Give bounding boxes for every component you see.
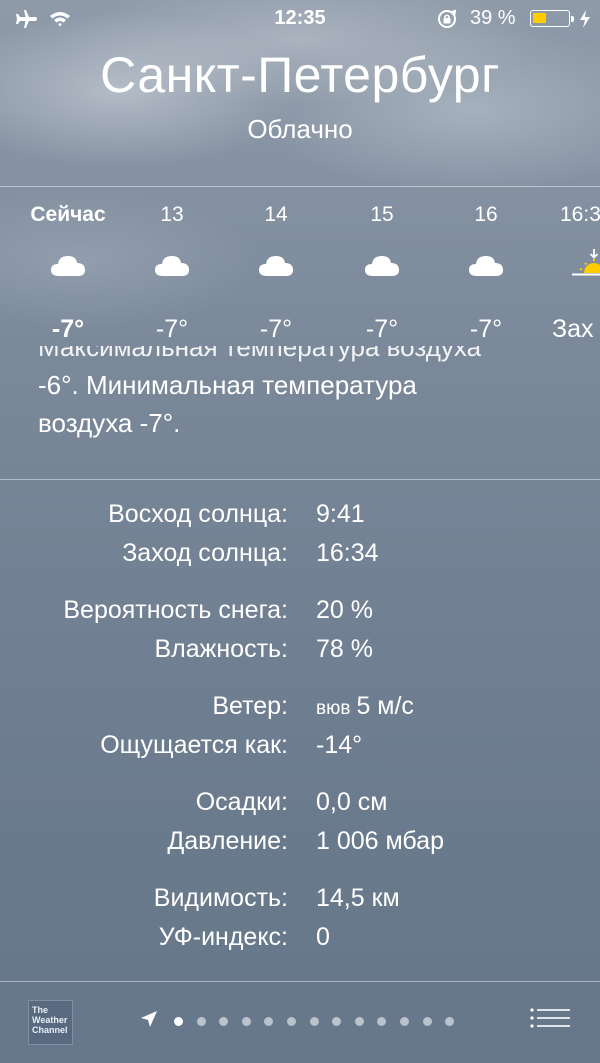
hour-temp: -7° [51, 315, 85, 343]
battery-icon [530, 10, 574, 27]
detail-row-wind: Ветер: вюв 5 м/с [0, 692, 600, 728]
forecast-line: воздуха -7°. [38, 408, 181, 438]
detail-value: 14,5 км [316, 884, 400, 912]
sunset-icon [572, 249, 600, 279]
page-dot[interactable] [377, 1016, 387, 1026]
detail-label: Видимость: [153, 884, 288, 912]
weather-condition: Облачно [247, 114, 353, 144]
wind-direction: вюв [316, 698, 351, 719]
page-dot[interactable] [241, 1016, 251, 1026]
detail-row-precipitation: Осадки: 0,0 см [0, 788, 600, 824]
detail-value: 9:41 [316, 500, 365, 528]
detail-row-snow-chance: Вероятность снега: 20 % [0, 596, 600, 632]
hour-label: 15 [370, 203, 394, 226]
divider [0, 479, 600, 480]
detail-value: -14° [316, 731, 363, 759]
detail-label: Заход солнца: [122, 539, 288, 567]
cloud-icon [18, 253, 118, 277]
page-dot[interactable] [309, 1016, 319, 1026]
detail-value: 16:34 [316, 539, 379, 567]
hour-temp: -7° [259, 315, 293, 343]
detail-label: Вероятность снега: [63, 596, 288, 624]
page-dot[interactable] [219, 1016, 229, 1026]
detail-value: 0,0 см [316, 788, 388, 816]
hour-item: 13 -7° [122, 187, 222, 363]
hour-label: Сейчас [30, 203, 106, 226]
city-name: Санкт-Петербург [100, 47, 500, 103]
hour-label: 16 [474, 203, 498, 226]
detail-value: 20 % [316, 596, 373, 624]
hour-label: 14 [264, 203, 288, 226]
battery-level [533, 13, 546, 23]
detail-row-visibility: Видимость: 14,5 км [0, 884, 600, 920]
page-dot[interactable] [332, 1016, 342, 1026]
city-list-icon[interactable] [530, 1008, 570, 1039]
battery-percent: 39 % [470, 7, 516, 29]
page-dot[interactable] [354, 1016, 364, 1026]
hour-temp: -7° [365, 315, 399, 343]
hour-item-sunset: 16:3 Зах [540, 187, 600, 363]
hour-item: 14 -7° [226, 187, 326, 363]
detail-label: Давление: [167, 827, 288, 855]
page-dot[interactable] [445, 1016, 455, 1026]
forecast-line: -6°. Минимальная температура [38, 370, 417, 400]
detail-label: Восход солнца: [108, 500, 288, 528]
detail-value: 78 % [316, 635, 373, 663]
weather-channel-logo[interactable]: The Weather Channel [28, 1000, 73, 1045]
hour-label: 16:3 [560, 203, 600, 226]
hourly-forecast-strip[interactable]: Сейчас -7° 13 -7° 14 -7° 15 -7° 16 -7° 1… [0, 187, 600, 363]
detail-value: 1 006 мбар [316, 827, 444, 855]
page-dot[interactable] [196, 1016, 206, 1026]
hour-label: 13 [160, 203, 184, 226]
cloud-icon [436, 253, 536, 277]
page-dot[interactable] [286, 1016, 296, 1026]
detail-label: Влажность: [154, 635, 288, 663]
cloud-icon [226, 253, 326, 277]
page-dot[interactable] [174, 1016, 183, 1026]
hour-item: 16 -7° [436, 187, 536, 363]
wind-speed: 5 м/с [356, 692, 414, 720]
status-bar: 12:35 39 % [0, 0, 600, 40]
hour-item-now: Сейчас -7° [18, 187, 118, 363]
page-indicator[interactable] [140, 1010, 468, 1032]
daily-forecast-text: Максимальная температура воздуха -6°. Ми… [38, 346, 578, 466]
page-dot[interactable] [422, 1016, 432, 1026]
cloud-icon [122, 253, 222, 277]
detail-label: Ветер: [212, 692, 288, 720]
page-dot[interactable] [264, 1016, 274, 1026]
detail-row-pressure: Давление: 1 006 мбар [0, 827, 600, 863]
detail-row-sunrise: Восход солнца: 9:41 [0, 500, 600, 536]
hour-temp: Зах [552, 315, 594, 343]
detail-row-uv-index: УФ-индекс: 0 [0, 923, 600, 959]
rotation-lock-icon [436, 8, 458, 35]
page-dot[interactable] [399, 1016, 409, 1026]
hour-temp: -7° [155, 315, 189, 343]
detail-row-sunset: Заход солнца: 16:34 [0, 539, 600, 575]
detail-label: Осадки: [195, 788, 288, 816]
detail-row-humidity: Влажность: 78 % [0, 635, 600, 671]
detail-row-feels-like: Ощущается как: -14° [0, 731, 600, 767]
charging-bolt-icon [578, 9, 592, 34]
detail-value: 0 [316, 923, 330, 951]
cloud-icon [332, 253, 432, 277]
hour-item: 15 -7° [332, 187, 432, 363]
location-arrow-icon [140, 1010, 158, 1033]
detail-label: Ощущается как: [100, 731, 288, 759]
detail-value: вюв 5 м/с [316, 692, 414, 721]
bottom-toolbar: The Weather Channel [0, 982, 600, 1063]
detail-label: УФ-индекс: [158, 923, 288, 951]
hour-temp: -7° [469, 315, 503, 343]
